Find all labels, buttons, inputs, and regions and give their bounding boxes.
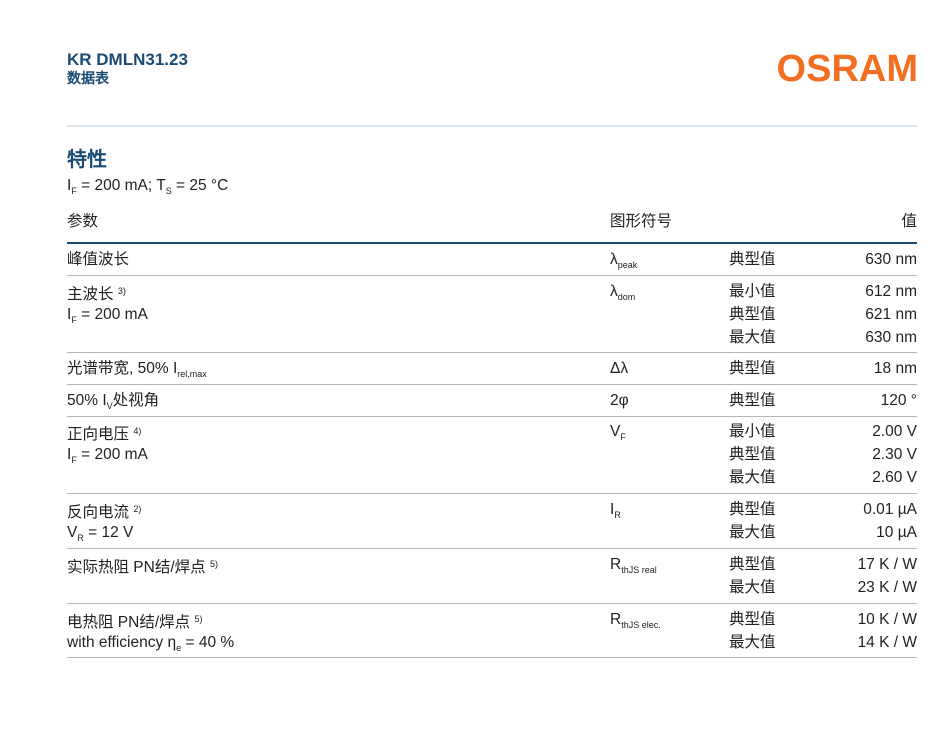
value: 2.00 V <box>872 423 917 440</box>
symbol: λpeak <box>610 251 638 270</box>
param-name: 峰值波长 <box>67 251 130 268</box>
column-header-value: 值 <box>901 213 917 230</box>
value: 630 nm <box>865 251 917 268</box>
param-name: 光谱带宽, 50% Irel,max <box>67 360 207 379</box>
row-divider <box>67 548 917 549</box>
value: 2.60 V <box>872 469 917 486</box>
symbol: RthJS elec. <box>610 611 661 630</box>
row-divider <box>67 275 917 276</box>
row-divider <box>67 416 917 417</box>
value-type: 典型值 <box>729 392 776 409</box>
value-type: 最大值 <box>729 579 776 596</box>
header-divider <box>67 125 917 127</box>
value-type: 最大值 <box>729 634 776 651</box>
document-id: KR DMLN31.23 <box>67 50 188 69</box>
row-divider <box>67 657 917 658</box>
value-type: 最小值 <box>729 423 776 440</box>
value: 0.01 µA <box>863 501 917 518</box>
value-type: 最大值 <box>729 469 776 486</box>
param-condition: VR = 12 V <box>67 524 134 543</box>
param-condition: IF = 200 mA <box>67 306 148 325</box>
column-header-symbol: 图形符号 <box>610 213 673 230</box>
symbol: IR <box>610 501 621 520</box>
value-type: 典型值 <box>729 611 776 628</box>
param-name: 50% IV处视角 <box>67 392 160 411</box>
value: 23 K / W <box>857 579 917 596</box>
value-type: 最大值 <box>729 524 776 541</box>
symbol: Δλ <box>610 360 629 377</box>
value-type: 典型值 <box>729 446 776 463</box>
symbol: RthJS real <box>610 556 657 575</box>
test-conditions: IF = 200 mA; TS = 25 °C <box>67 177 229 196</box>
param-condition: IF = 200 mA <box>67 446 148 465</box>
value-type: 最大值 <box>729 329 776 346</box>
value: 630 nm <box>865 329 917 346</box>
value-type: 最小值 <box>729 283 776 300</box>
value-type: 典型值 <box>729 251 776 268</box>
value: 120 ° <box>880 392 917 409</box>
symbol: λdom <box>610 283 636 302</box>
param-condition: with efficiency ηe = 40 % <box>67 634 235 653</box>
value: 621 nm <box>865 306 917 323</box>
value: 14 K / W <box>857 634 917 651</box>
value: 10 µA <box>876 524 917 541</box>
column-header-parameter: 参数 <box>67 213 99 230</box>
section-title: 特性 <box>67 149 107 171</box>
value-type: 典型值 <box>729 360 776 377</box>
row-divider <box>67 352 917 353</box>
value: 17 K / W <box>857 556 917 573</box>
param-name: 实际热阻 PN结/焊点 5) <box>67 559 218 576</box>
value: 2.30 V <box>872 446 917 463</box>
value-type: 典型值 <box>729 306 776 323</box>
value-type: 典型值 <box>729 501 776 518</box>
value: 10 K / W <box>857 611 917 628</box>
row-divider <box>67 384 917 385</box>
osram-logo: OSRAM <box>776 48 918 90</box>
symbol: 2φ <box>610 392 629 409</box>
value: 612 nm <box>865 283 917 300</box>
symbol: VF <box>610 423 626 442</box>
header-rule <box>67 242 917 244</box>
row-divider <box>67 603 917 604</box>
document-type: 数据表 <box>67 70 109 86</box>
value-type: 典型值 <box>729 556 776 573</box>
value: 18 nm <box>873 360 917 377</box>
row-divider <box>67 493 917 494</box>
